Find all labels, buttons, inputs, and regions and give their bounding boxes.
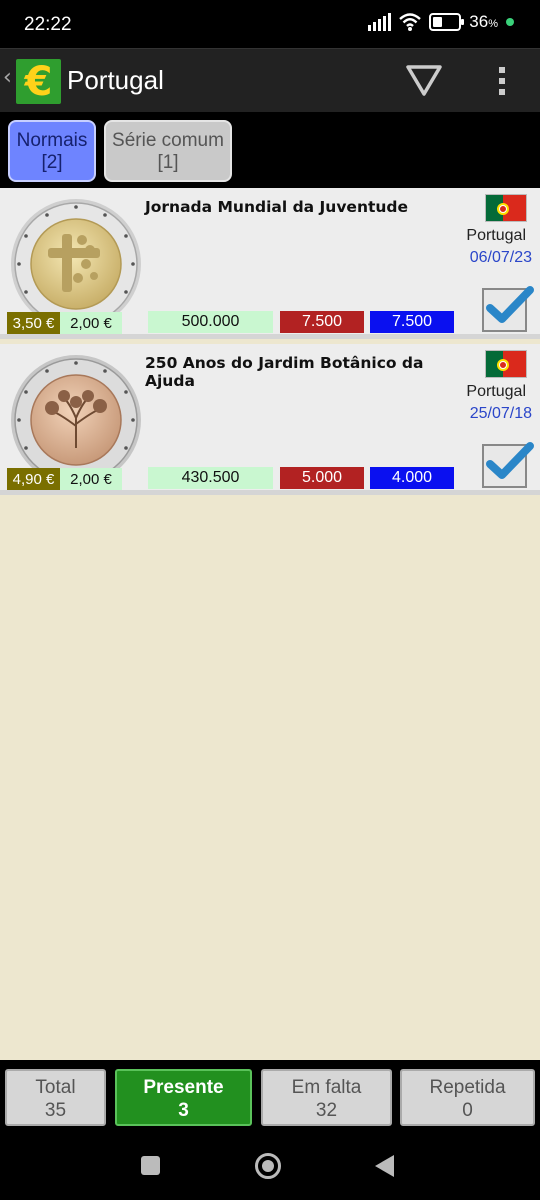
tab-normais[interactable]: Normais [2]: [8, 120, 96, 182]
nav-recents-icon[interactable]: [141, 1156, 160, 1175]
red-value-badge: 5.000: [280, 467, 364, 489]
summary-label: Repetida: [429, 1077, 506, 1098]
coin-list-item[interactable]: 250 Anos do Jardim Botânico da Ajuda Por…: [0, 344, 540, 495]
battery-icon: [429, 13, 465, 31]
signal-icon: [368, 13, 392, 31]
summary-value: 0: [462, 1100, 473, 1121]
page-title: Portugal: [67, 65, 164, 95]
tab-label: Série comum: [112, 130, 224, 151]
coin-country: Portugal: [466, 227, 526, 244]
status-time: 22:22: [24, 14, 72, 35]
price-badge: 3,50 €: [7, 312, 60, 334]
price-badge: 4,90 €: [7, 468, 60, 490]
face-value-badge: 2,00 €: [60, 468, 122, 490]
tab-serie-comum[interactable]: Série comum [1]: [104, 120, 232, 182]
overflow-menu-icon[interactable]: [488, 63, 516, 99]
filter-icon[interactable]: [404, 63, 444, 99]
coin-list-item[interactable]: Jornada Mundial da Juventude Portugal 06…: [0, 188, 540, 339]
portugal-flag-icon: [485, 350, 527, 378]
tab-count: [2]: [41, 152, 63, 173]
total-button[interactable]: Total 35: [5, 1069, 106, 1126]
owned-checkbox[interactable]: [482, 442, 534, 488]
privacy-dot-icon: [506, 18, 514, 26]
owned-checkbox[interactable]: [482, 286, 534, 332]
face-value-badge: 2,00 €: [60, 312, 122, 334]
summary-label: Total: [35, 1077, 76, 1098]
tab-label: Normais: [16, 130, 88, 151]
app-bar: ‹ € Portugal: [0, 48, 540, 112]
coin-date: 25/07/18: [469, 405, 532, 422]
coin-image: [10, 354, 142, 486]
nav-home-icon[interactable]: [255, 1153, 281, 1179]
mintage-badge: 500.000: [148, 311, 273, 333]
status-bar: 22:22 36%: [0, 0, 540, 48]
coin-image: [10, 198, 142, 330]
red-value-badge: 7.500: [280, 311, 364, 333]
summary-value: 35: [44, 1100, 67, 1121]
system-nav-bar: [0, 1132, 540, 1200]
coin-title: 250 Anos do Jardim Botânico da Ajuda: [145, 354, 424, 390]
back-chevron-icon[interactable]: ‹: [3, 65, 12, 90]
blue-value-badge: 7.500: [370, 311, 454, 333]
summary-label: Em falta: [291, 1077, 362, 1098]
portugal-flag-icon: [485, 194, 527, 222]
battery-level: 36%: [469, 12, 498, 31]
coin-date: 06/07/23: [469, 249, 532, 266]
wifi-icon: [399, 13, 422, 31]
presente-button[interactable]: Presente 3: [115, 1069, 252, 1126]
coin-title: Jornada Mundial da Juventude: [145, 198, 409, 216]
mintage-badge: 430.500: [148, 467, 273, 489]
status-indicators: 36%: [368, 12, 514, 32]
checkmark-icon: [486, 442, 534, 479]
summary-bar: Total 35 Presente 3 Em falta 32 Repetida…: [0, 1060, 540, 1132]
tab-bar: Normais [2] Série comum [1]: [0, 112, 540, 188]
tab-count: [1]: [157, 152, 179, 173]
summary-label: Presente: [143, 1077, 224, 1098]
coin-country: Portugal: [466, 383, 526, 400]
summary-value: 32: [315, 1100, 338, 1121]
summary-value: 3: [178, 1100, 189, 1121]
em-falta-button[interactable]: Em falta 32: [261, 1069, 392, 1126]
coin-list: Jornada Mundial da Juventude Portugal 06…: [0, 188, 540, 1060]
blue-value-badge: 4.000: [370, 467, 454, 489]
nav-back-icon[interactable]: [375, 1155, 394, 1177]
euro-logo-icon[interactable]: €: [16, 59, 61, 105]
checkmark-icon: [486, 286, 534, 323]
repetida-button[interactable]: Repetida 0: [400, 1069, 535, 1126]
